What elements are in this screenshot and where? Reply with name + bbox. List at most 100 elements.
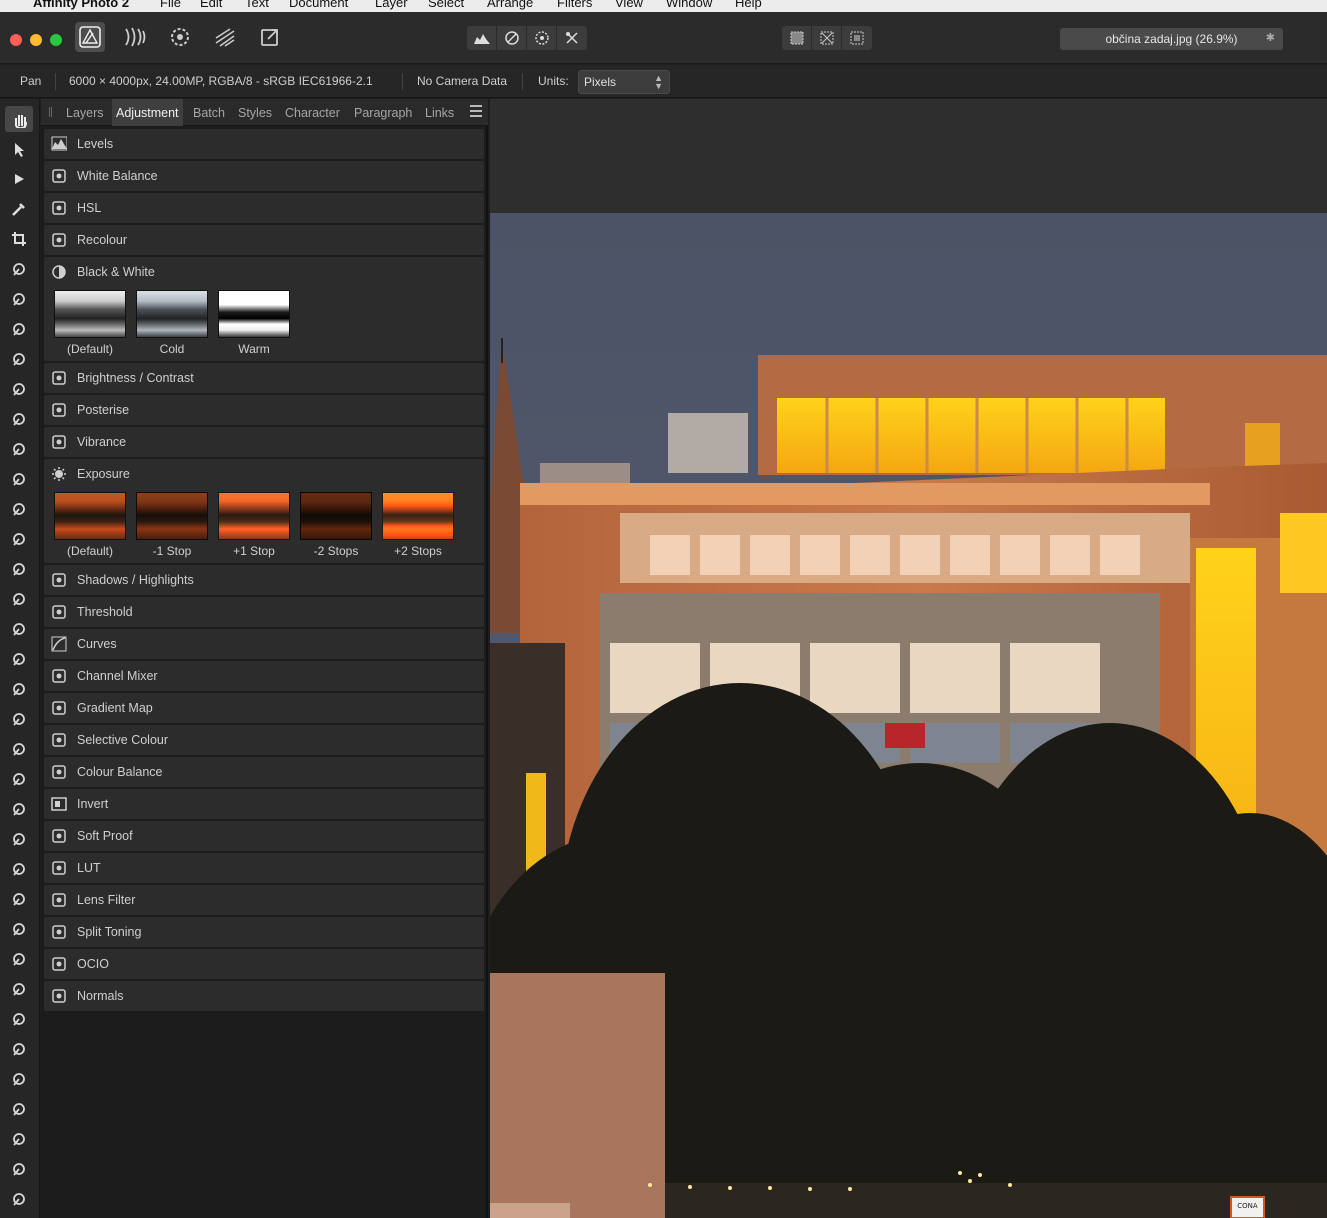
- preset-thumbnail[interactable]: [54, 492, 126, 540]
- menu-app-name[interactable]: Affinity Photo 2: [33, 0, 129, 10]
- menu-edit[interactable]: Edit: [200, 0, 222, 10]
- panel-menu-icon[interactable]: [470, 105, 482, 119]
- sharpen-tool-icon[interactable]: [5, 886, 33, 912]
- selection-brush-icon[interactable]: [5, 256, 33, 282]
- blur-tool-icon[interactable]: [5, 1096, 33, 1122]
- adjustment-white-balance[interactable]: White Balance: [44, 161, 484, 191]
- adjustment-selective-colour[interactable]: Selective Colour: [44, 725, 484, 755]
- erase-brush-icon[interactable]: [5, 646, 33, 672]
- select-all-icon[interactable]: [782, 26, 812, 50]
- adjustment-recolour[interactable]: Recolour: [44, 225, 484, 255]
- adjustment-hsl[interactable]: HSL: [44, 193, 484, 223]
- artistic-text-icon[interactable]: [5, 856, 33, 882]
- adjustment-shadows-highlights[interactable]: Shadows / Highlights: [44, 565, 484, 595]
- adjustment-threshold[interactable]: Threshold: [44, 597, 484, 627]
- preset-thumbnail[interactable]: [54, 290, 126, 338]
- tab-batch[interactable]: Batch: [189, 99, 229, 126]
- adjustment-soft-proof[interactable]: Soft Proof: [44, 821, 484, 851]
- adjustment-ocio[interactable]: OCIO: [44, 949, 484, 979]
- units-dropdown[interactable]: Pixels ▲ ▼: [578, 70, 670, 94]
- tab-layers[interactable]: Layers: [62, 99, 108, 126]
- levels-quick-icon[interactable]: [467, 26, 497, 50]
- mixer-brush-icon[interactable]: [5, 586, 33, 612]
- photo-persona-icon[interactable]: [75, 22, 105, 52]
- adjustment-posterise[interactable]: Posterise: [44, 395, 484, 425]
- mesh-warp-icon[interactable]: [5, 466, 33, 492]
- preset-2[interactable]: Warm: [218, 290, 290, 357]
- tab-character[interactable]: Character: [281, 99, 344, 126]
- develop-persona-icon[interactable]: [165, 22, 195, 52]
- preset-thumbnail[interactable]: [382, 492, 454, 540]
- tab-adjustment[interactable]: Adjustment: [112, 99, 183, 126]
- burn-tool-icon[interactable]: [5, 1036, 33, 1062]
- table-tool-icon[interactable]: [5, 976, 33, 1002]
- menu-text[interactable]: Text: [245, 0, 269, 10]
- adjustment-gradient-map[interactable]: Gradient Map: [44, 693, 484, 723]
- preset-0[interactable]: (Default): [54, 290, 126, 357]
- adjustment-black-white[interactable]: Black & White (Default) Cold Warm: [44, 257, 484, 361]
- zoom-tool-icon[interactable]: [5, 766, 33, 792]
- marquee-tool-icon[interactable]: [5, 406, 33, 432]
- preset-3[interactable]: -2 Stops: [300, 492, 372, 559]
- document-canvas[interactable]: CONA: [490, 99, 1327, 1218]
- adjustment-colour-balance[interactable]: Colour Balance: [44, 757, 484, 787]
- menu-help[interactable]: Help: [735, 0, 762, 10]
- document-tab[interactable]: občina zadaj.jpg (26.9%) ✱: [1060, 28, 1283, 50]
- auto-contrast-icon[interactable]: [497, 26, 527, 50]
- adjustment-exposure[interactable]: Exposure (Default) -1 Stop +1 Stop -2 Stops +…: [44, 459, 484, 563]
- perspective-tool-icon[interactable]: [5, 436, 33, 462]
- menu-window[interactable]: Window: [666, 0, 712, 10]
- pen-tool-icon[interactable]: [5, 316, 33, 342]
- flood-select-icon[interactable]: [5, 286, 33, 312]
- inpainting-brush-icon[interactable]: [5, 676, 33, 702]
- smudge-tool-icon[interactable]: [5, 496, 33, 522]
- blemish-remover-icon[interactable]: [5, 616, 33, 642]
- liquify-persona-icon[interactable]: [120, 22, 150, 52]
- auto-white-balance-icon[interactable]: [557, 26, 587, 50]
- move-tool-icon[interactable]: [5, 136, 33, 162]
- spiral-tool-icon[interactable]: [5, 1066, 33, 1092]
- menu-file[interactable]: File: [160, 0, 181, 10]
- tab-paragraph[interactable]: Paragraph: [350, 99, 416, 126]
- red-eye-icon[interactable]: [5, 706, 33, 732]
- adjustment-channel-mixer[interactable]: Channel Mixer: [44, 661, 484, 691]
- frame-text-icon[interactable]: [5, 916, 33, 942]
- adjustment-lens-filter[interactable]: Lens Filter: [44, 885, 484, 915]
- preset-4[interactable]: +2 Stops: [382, 492, 454, 559]
- view-tool-icon[interactable]: [5, 106, 33, 132]
- preset-1[interactable]: -1 Stop: [136, 492, 208, 559]
- tab-styles[interactable]: Styles: [234, 99, 276, 126]
- clone-brush-icon[interactable]: [5, 346, 33, 372]
- adjustment-brightness-contrast[interactable]: Brightness / Contrast: [44, 363, 484, 393]
- preset-thumbnail[interactable]: [218, 290, 290, 338]
- panel-grip-icon[interactable]: [49, 107, 52, 117]
- ellipse-tool-icon[interactable]: [5, 826, 33, 852]
- menu-layer[interactable]: Layer: [375, 0, 408, 10]
- deselect-icon[interactable]: [812, 26, 842, 50]
- preset-thumbnail[interactable]: [218, 492, 290, 540]
- color-picker-icon[interactable]: [5, 196, 33, 222]
- adjustment-levels[interactable]: Levels: [44, 129, 484, 159]
- minimize-window-button[interactable]: [30, 34, 42, 46]
- sum-tool-icon[interactable]: [5, 1006, 33, 1032]
- preset-thumbnail[interactable]: [136, 290, 208, 338]
- tone-mapping-persona-icon[interactable]: [210, 22, 240, 52]
- auto-colour-icon[interactable]: [527, 26, 557, 50]
- fill-tool-icon[interactable]: [5, 796, 33, 822]
- adjustment-lut[interactable]: LUT: [44, 853, 484, 883]
- gradient-tool-icon[interactable]: [5, 1186, 33, 1212]
- menu-arrange[interactable]: Arrange: [487, 0, 533, 10]
- preset-0[interactable]: (Default): [54, 492, 126, 559]
- invert-selection-icon[interactable]: [842, 26, 872, 50]
- preset-1[interactable]: Cold: [136, 290, 208, 357]
- adjustment-invert[interactable]: Invert: [44, 789, 484, 819]
- close-window-button[interactable]: [10, 34, 22, 46]
- adjustment-vibrance[interactable]: Vibrance: [44, 427, 484, 457]
- paint-brush-icon[interactable]: [5, 556, 33, 582]
- zoom-window-button[interactable]: [50, 34, 62, 46]
- adjustment-split-toning[interactable]: Split Toning: [44, 917, 484, 947]
- preset-thumbnail[interactable]: [136, 492, 208, 540]
- flash-tool-icon[interactable]: [5, 1156, 33, 1182]
- menu-select[interactable]: Select: [428, 0, 464, 10]
- adjustment-curves[interactable]: Curves: [44, 629, 484, 659]
